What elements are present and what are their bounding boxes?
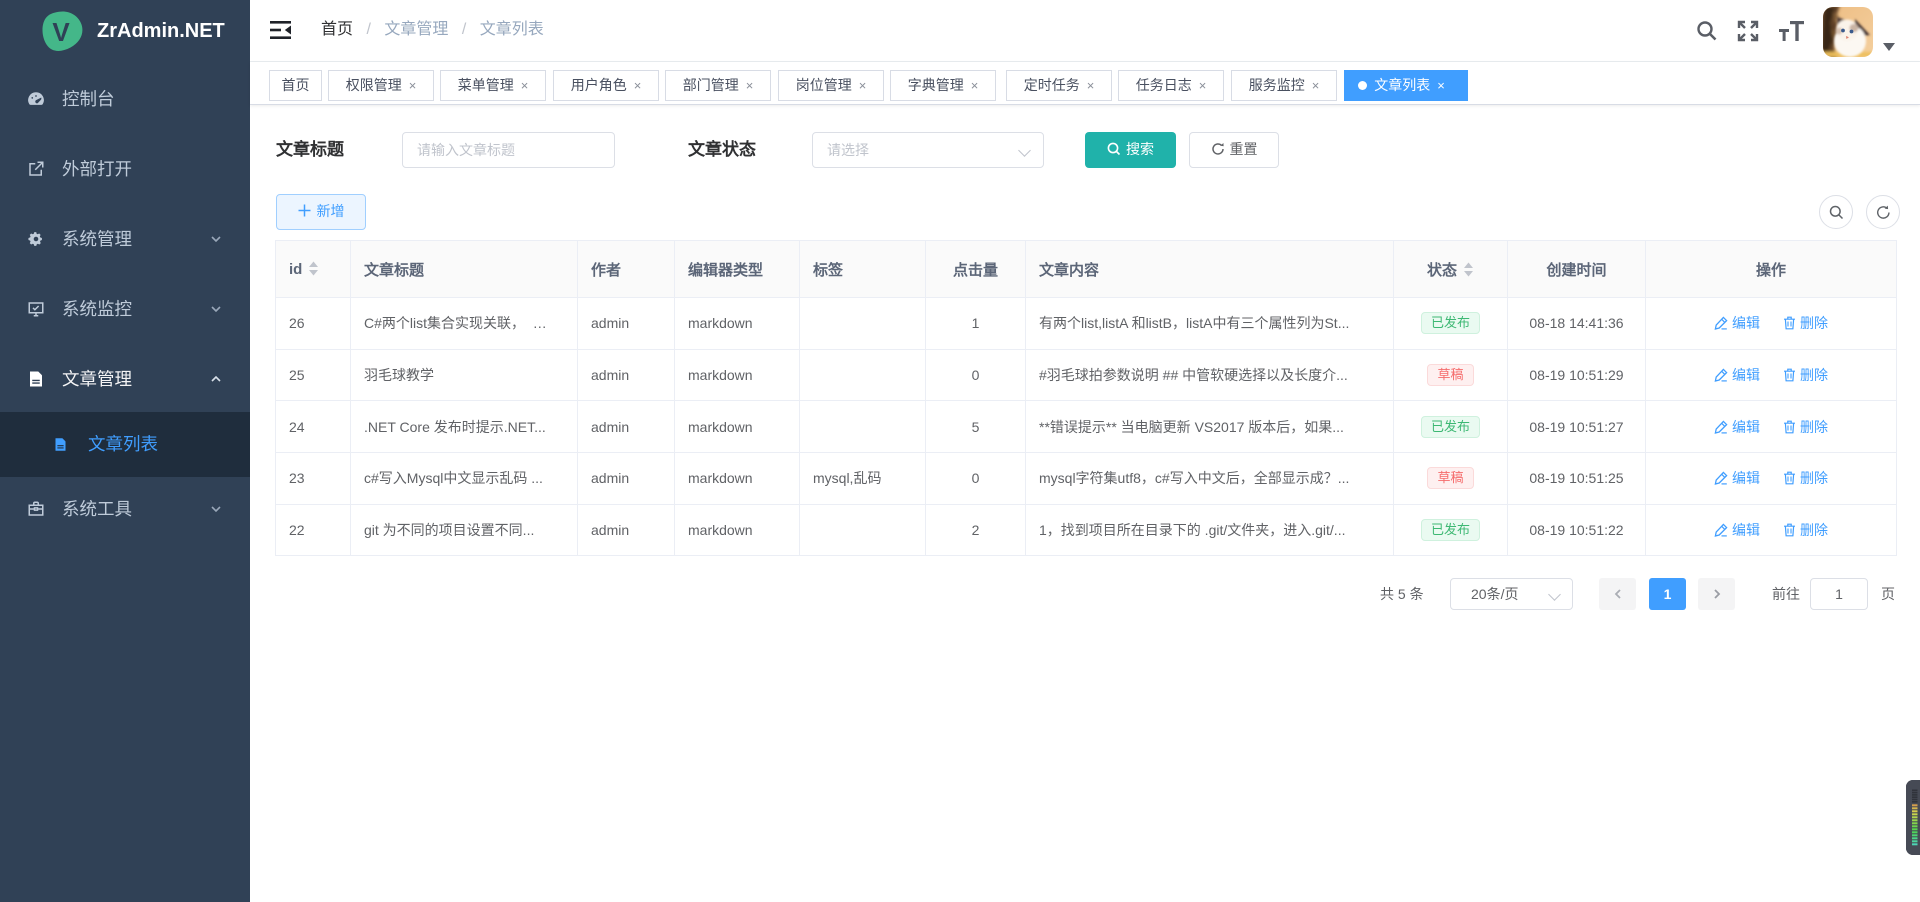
svg-text:V: V — [52, 17, 70, 47]
